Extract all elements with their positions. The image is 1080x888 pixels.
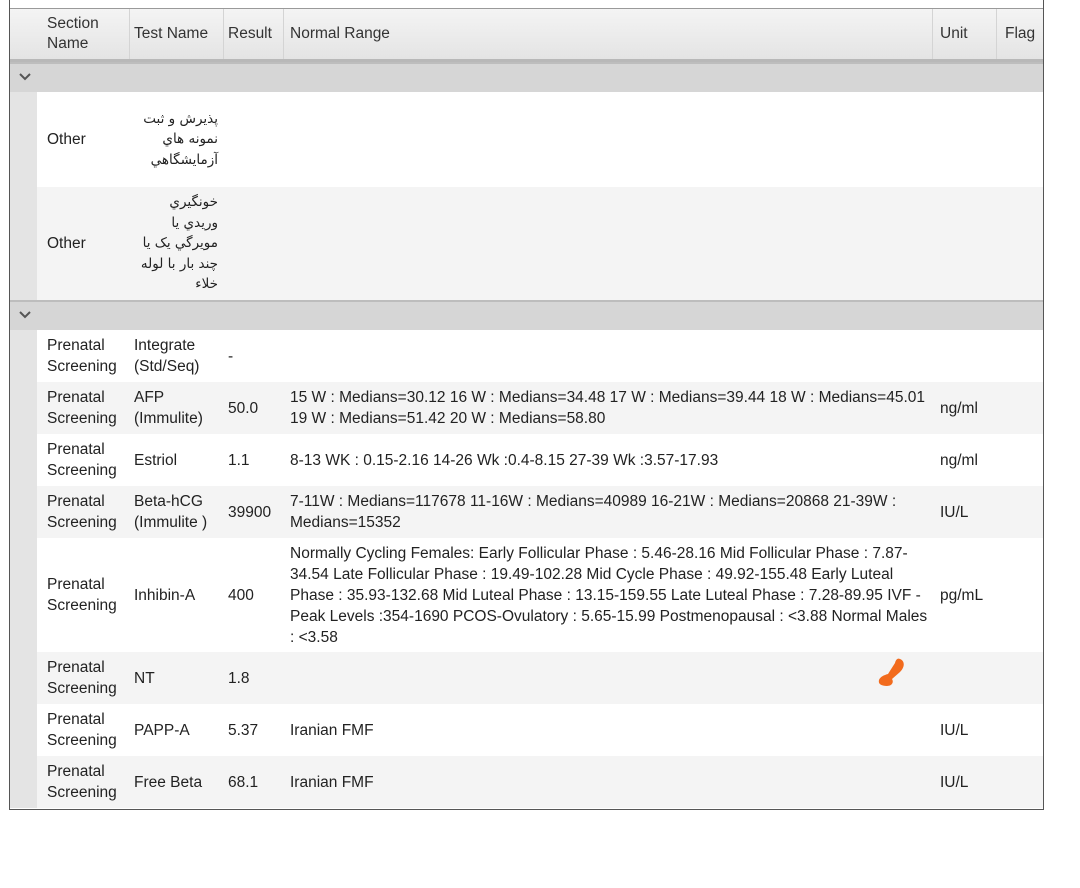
cell-unit: ng/ml xyxy=(940,399,978,417)
table-row[interactable]: Prenatal Screening PAPP-A 5.37 Iranian F… xyxy=(10,704,1043,756)
cell-normal-range xyxy=(290,187,930,300)
cell-unit xyxy=(940,92,1000,187)
cell-normal-range: Iranian FMF xyxy=(290,773,374,791)
group-row[interactable] xyxy=(10,62,1043,92)
cell-test-name: Inhibin-A xyxy=(134,586,196,604)
cell-unit: ng/ml xyxy=(940,451,978,469)
cell-test-name: پذيرش و ثبت نمونه هاي آزمايشگاهي xyxy=(143,110,218,168)
cell-flag xyxy=(1004,652,1043,704)
column-header-normal-range[interactable]: Normal Range xyxy=(290,9,390,59)
cell-flag xyxy=(1004,704,1043,756)
cell-unit xyxy=(940,330,1000,382)
table-row[interactable]: Other پذيرش و ثبت نمونه هاي آزمايشگاهي xyxy=(10,92,1043,187)
cell-flag xyxy=(1004,382,1043,434)
cell-result: 5.37 xyxy=(228,721,259,739)
cell-section: Prenatal Screening xyxy=(47,711,117,749)
chevron-down-icon[interactable] xyxy=(17,308,33,322)
cell-section: Prenatal Screening xyxy=(47,389,117,427)
cell-section: Prenatal Screening xyxy=(47,576,117,614)
cell-test-name: Integrate (Std/Seq) xyxy=(134,337,200,375)
cell-normal-range xyxy=(290,652,930,704)
table-row[interactable]: Prenatal Screening Inhibin-A 400 Normall… xyxy=(10,538,1043,652)
cell-test-name: خونگيري وريدي يا مويرگي يک يا چند بار با… xyxy=(140,194,218,293)
cell-normal-range: 7-11W : Medians=117678 11-16W : Medians=… xyxy=(290,493,897,531)
cell-flag xyxy=(1004,538,1043,652)
cell-result: 39900 xyxy=(228,503,272,521)
table-row[interactable]: Other خونگيري وريدي يا مويرگي يک يا چند … xyxy=(10,187,1043,300)
column-header-unit[interactable]: Unit xyxy=(940,9,968,59)
column-header-section-name[interactable]: Section Name xyxy=(47,9,127,59)
table-row[interactable]: Prenatal Screening Beta-hCG (Immulite ) … xyxy=(10,486,1043,538)
cell-result: - xyxy=(228,347,234,365)
cell-flag xyxy=(1004,434,1043,486)
group-rows: Prenatal Screening Integrate (Std/Seq) -… xyxy=(10,330,1043,808)
table-header: Section Name Test Name Result Normal Ran… xyxy=(10,9,1043,62)
cell-test-name: AFP (Immulite) xyxy=(134,389,203,427)
chevron-down-icon[interactable] xyxy=(17,70,33,84)
table-row[interactable]: Prenatal Screening AFP (Immulite) 50.0 1… xyxy=(10,382,1043,434)
cell-test-name: Beta-hCG (Immulite ) xyxy=(134,493,208,531)
cell-result: 50.0 xyxy=(228,399,259,417)
cell-section: Prenatal Screening xyxy=(47,441,117,479)
cell-test-name: NT xyxy=(134,669,155,687)
table-row[interactable]: Prenatal Screening Free Beta 68.1 Irania… xyxy=(10,756,1043,808)
cell-flag xyxy=(1004,486,1043,538)
cell-result: 68.1 xyxy=(228,773,259,791)
cell-unit: pg/mL xyxy=(940,586,984,604)
column-header-flag[interactable]: Flag xyxy=(1005,9,1035,59)
cell-unit: IU/L xyxy=(940,773,969,791)
column-header-result[interactable]: Result xyxy=(228,9,272,59)
cell-unit: IU/L xyxy=(940,503,969,521)
annotation-mark-icon xyxy=(878,658,904,686)
cell-flag xyxy=(1004,756,1043,808)
cell-test-name: Estriol xyxy=(134,451,178,469)
cell-result xyxy=(228,187,286,300)
table-row[interactable]: Prenatal Screening Estriol 1.1 8-13 WK :… xyxy=(10,434,1043,486)
cell-test-name: Free Beta xyxy=(134,773,203,791)
cell-test-name: PAPP-A xyxy=(134,721,190,739)
group-rows: Other پذيرش و ثبت نمونه هاي آزمايشگاهي O… xyxy=(10,92,1043,300)
table-row[interactable]: Prenatal Screening Integrate (Std/Seq) - xyxy=(10,330,1043,382)
cell-flag xyxy=(1004,187,1043,300)
cell-section: Prenatal Screening xyxy=(47,337,117,375)
cell-result xyxy=(228,92,286,187)
cell-result: 1.1 xyxy=(228,451,250,469)
cell-normal-range: 15 W : Medians=30.12 16 W : Medians=34.4… xyxy=(290,389,926,427)
cell-section: Other xyxy=(47,235,86,252)
cell-normal-range xyxy=(290,330,930,382)
cell-normal-range: Normally Cycling Females: Early Follicul… xyxy=(290,544,928,646)
cell-section: Other xyxy=(47,131,86,148)
cell-unit: IU/L xyxy=(940,721,969,739)
cell-flag xyxy=(1004,330,1043,382)
cell-result: 400 xyxy=(228,586,254,604)
cell-section: Prenatal Screening xyxy=(47,493,117,531)
cell-flag xyxy=(1004,92,1043,187)
cell-section: Prenatal Screening xyxy=(47,763,117,801)
cell-section: Prenatal Screening xyxy=(47,659,117,697)
cell-normal-range: 8-13 WK : 0.15-2.16 14-26 Wk :0.4-8.15 2… xyxy=(290,451,719,469)
column-header-test-name[interactable]: Test Name xyxy=(134,9,208,59)
group-row[interactable] xyxy=(10,300,1043,330)
cell-result: 1.8 xyxy=(228,669,250,687)
cell-normal-range xyxy=(290,92,930,187)
cell-normal-range: Iranian FMF xyxy=(290,721,374,739)
cell-unit xyxy=(940,187,1000,300)
cell-unit xyxy=(940,652,1000,704)
